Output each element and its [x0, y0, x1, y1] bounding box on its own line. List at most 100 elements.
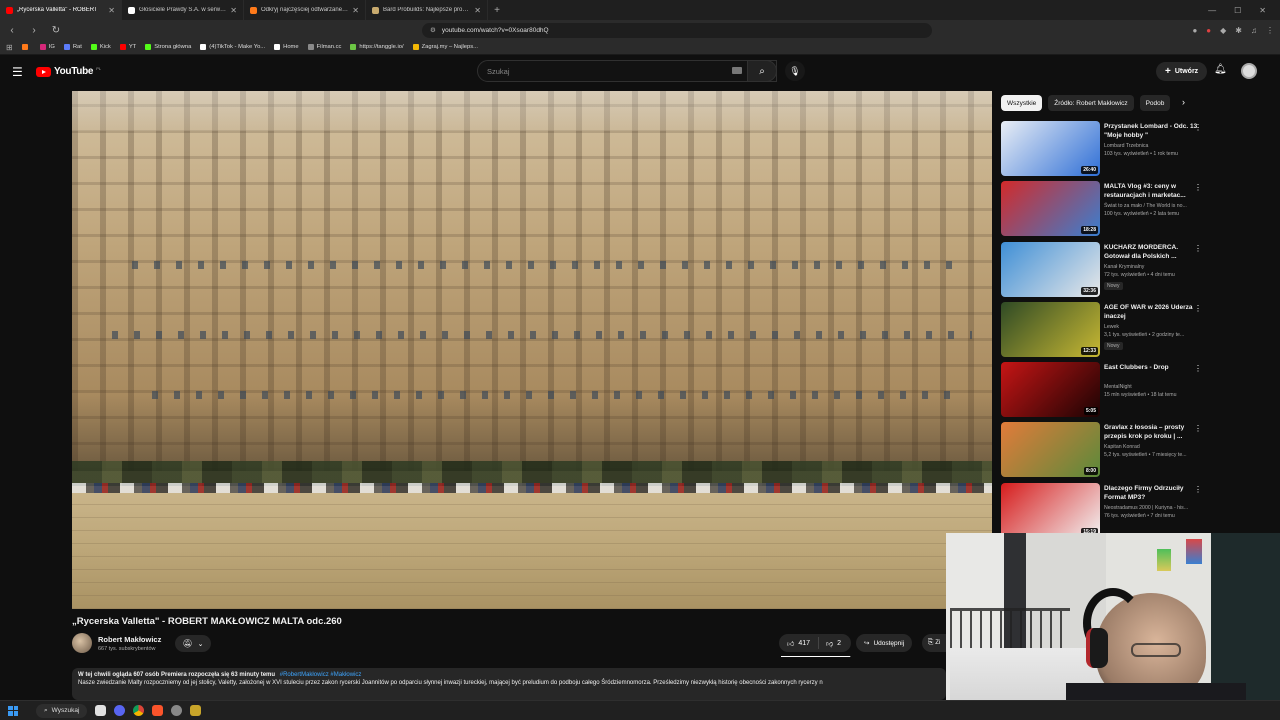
puzzle-icon[interactable]: ✱ [1235, 26, 1242, 35]
app-icon[interactable] [190, 705, 202, 716]
bookmark-item[interactable]: Rat [63, 44, 82, 50]
recommended-video[interactable]: 18:28 MALTA Vlog #3: ceny w restauracjach… [1001, 181, 1271, 239]
video-thumbnail[interactable]: 8:00 [1001, 422, 1100, 477]
app-icon[interactable] [171, 705, 183, 716]
extension-icon[interactable]: ◆ [1220, 26, 1226, 35]
close-tab-icon[interactable]: ✕ [108, 6, 115, 15]
windows-start-icon[interactable] [8, 705, 18, 716]
recommended-video[interactable]: 32:36 KUCHARZ MORDERCA. Gotował dla Polsk… [1001, 242, 1271, 300]
browser-tab[interactable]: Bard Probuildś: Najlepsze probuildś ✕ [366, 0, 488, 20]
channel-avatar[interactable] [72, 633, 92, 653]
recommended-video-title[interactable]: East Clubbers - Drop [1104, 363, 1199, 372]
more-options-icon[interactable]: ⋮ [1194, 244, 1202, 253]
recommended-video-title[interactable]: Gravlax z łososia – prosty przepis krok … [1104, 423, 1199, 441]
more-options-icon[interactable]: ⋮ [1194, 304, 1202, 313]
bookmark-item[interactable] [21, 44, 31, 50]
recommended-video-channel[interactable]: Kapitan Konrad [1104, 444, 1140, 450]
bookmark-item[interactable]: Strona główna [145, 44, 191, 50]
create-button[interactable]: + Utwórz [1156, 62, 1208, 81]
bookmark-item[interactable]: Home [274, 44, 299, 50]
close-tab-icon[interactable]: ✕ [474, 6, 481, 15]
back-icon[interactable]: ‹ [6, 25, 18, 36]
bookmark-item[interactable]: Zagraj.my – Najleps... [412, 44, 478, 50]
recommended-video-title[interactable]: KUCHARZ MORDERCA. Gotował dla Polskich .… [1104, 243, 1199, 261]
reload-icon[interactable]: ↻ [50, 25, 62, 36]
browser-tab[interactable]: Odkryj najczęściej odtwarzane utwo ✕ [244, 0, 366, 20]
extension-icon[interactable]: ● [1206, 26, 1211, 35]
bookmark-item[interactable]: Filman.cc [307, 44, 341, 50]
recommended-video-channel[interactable]: Neostradamus 2000 | Kuriyna - his... [1104, 505, 1188, 511]
recommended-video-title[interactable]: MALTA Vlog #3: ceny w restauracjach i ma… [1104, 182, 1199, 200]
bookmark-item[interactable]: YT [119, 44, 136, 50]
video-thumbnail[interactable]: 5:05 [1001, 362, 1100, 417]
save-button[interactable]: ⎘ Zi [922, 634, 946, 652]
recommended-video-title[interactable]: Przystanek Lombard - Odc. 13. "Moje hobb… [1104, 122, 1199, 140]
more-options-icon[interactable]: ⋮ [1194, 424, 1202, 433]
recommended-video-channel[interactable]: Świat to za mało / The World is no... [1104, 203, 1187, 209]
filter-chip[interactable]: Źródło: Robert Makłowicz [1048, 95, 1134, 111]
video-thumbnail[interactable]: 26:40 [1001, 121, 1100, 176]
media-icon[interactable]: ♫ [1251, 26, 1257, 35]
dislike-button[interactable]: 👎︎ 2 [819, 639, 848, 648]
video-player[interactable] [72, 91, 992, 609]
video-thumbnail[interactable]: 12:33 [1001, 302, 1100, 357]
bookmark-item[interactable]: IG [39, 44, 55, 50]
maximize-icon[interactable]: ☐ [1234, 6, 1241, 15]
hamburger-menu-icon[interactable]: ☰ [12, 65, 23, 79]
site-info-icon[interactable]: ⚙ [430, 26, 436, 34]
bookmark-item[interactable]: (4)TikTok - Make Yo... [200, 44, 265, 50]
share-button[interactable]: ↪ Udostępnij [856, 634, 913, 652]
recommended-video-channel[interactable]: Lewek [1104, 324, 1119, 330]
brave-icon[interactable] [152, 705, 164, 716]
filter-chip[interactable]: Wszystkie [1001, 95, 1043, 111]
recommended-video[interactable]: 5:05 East Clubbers - Drop MentalNight 15 ml… [1001, 362, 1271, 420]
account-avatar[interactable] [1241, 63, 1257, 79]
new-tab-button[interactable]: + [488, 5, 506, 16]
more-options-icon[interactable]: ⋮ [1194, 364, 1202, 373]
url-input[interactable]: ⚙ youtube.com/watch?v=0Xsoar80dhQ [422, 22, 932, 38]
close-window-icon[interactable]: ✕ [1259, 6, 1266, 15]
youtube-logo[interactable]: YouTube PL [36, 66, 101, 77]
notifications-bell-icon[interactable]: 🔔︎ [1214, 64, 1227, 75]
subscribed-button[interactable]: 🔕︎ ⌄ [175, 635, 211, 652]
filter-chip[interactable]: Podob [1139, 95, 1171, 111]
recommended-video-channel[interactable]: Lombard Trzebnica [1104, 143, 1148, 149]
close-tab-icon[interactable]: ✕ [352, 6, 359, 15]
recommended-video[interactable]: 8:00 Gravlax z łososia – prosty przepis k… [1001, 422, 1271, 480]
extension-icon[interactable]: ● [1192, 26, 1197, 35]
chrome-icon[interactable] [133, 705, 145, 716]
recommended-video-channel[interactable]: Kanał Kryminalny [1104, 264, 1144, 270]
video-thumbnail[interactable]: 32:36 [1001, 242, 1100, 297]
forward-icon[interactable]: › [28, 25, 40, 36]
video-description[interactable]: W tej chwili ogląda 607 osób Premiera ro… [72, 668, 946, 700]
chevron-right-icon[interactable]: › [1182, 97, 1185, 107]
search-button[interactable]: ⌕ [747, 60, 777, 82]
recommended-video-channel[interactable]: MentalNight [1104, 384, 1132, 390]
bookmark-item[interactable]: https://tanggle.io/ [350, 44, 404, 50]
recommended-video[interactable]: 12:33 AGE OF WAR w 2026 Uderza inaczej Lew… [1001, 302, 1271, 360]
keyboard-icon[interactable] [732, 67, 742, 74]
search-input[interactable]: Szukaj [477, 60, 777, 82]
apps-icon[interactable]: ⊞ [6, 43, 13, 52]
more-options-icon[interactable]: ⋮ [1194, 485, 1202, 494]
close-tab-icon[interactable]: ✕ [230, 6, 237, 15]
recommended-video-title[interactable]: Dlaczego Firmy Odrzuciły Format MP3? [1104, 484, 1199, 502]
like-button[interactable]: 👍︎ 417 [779, 637, 820, 649]
bookmark-item[interactable]: Kick [90, 44, 111, 50]
recommended-video[interactable]: 26:40 Przystanek Lombard - Odc. 13. "Moje… [1001, 121, 1271, 179]
recommended-video-title[interactable]: AGE OF WAR w 2026 Uderza inaczej [1104, 303, 1199, 321]
browser-tab[interactable]: „Rycerska Valletta" - ROBERT ✕ [0, 0, 122, 20]
voice-search-button[interactable]: 🎙︎ [785, 61, 805, 81]
video-thumbnail[interactable]: 15:19 [1001, 483, 1100, 538]
menu-icon[interactable]: ⋮ [1266, 26, 1274, 35]
taskbar-search[interactable]: ⌕ Wyszukaj [36, 703, 88, 718]
more-options-icon[interactable]: ⋮ [1194, 183, 1202, 192]
channel-name[interactable]: Robert Makłowicz [98, 635, 161, 644]
browser-tab[interactable]: Głosiciele Prawdy S.A. w serwisie X ✕ [122, 0, 244, 20]
more-options-icon[interactable]: ⋮ [1194, 123, 1202, 132]
description-hashtags[interactable]: #RobertMakłowicz #Makłowicz [280, 672, 362, 678]
file-explorer-icon[interactable] [95, 705, 107, 716]
discord-icon[interactable] [114, 705, 126, 716]
video-thumbnail[interactable]: 18:28 [1001, 181, 1100, 236]
minimize-icon[interactable]: — [1208, 6, 1216, 15]
